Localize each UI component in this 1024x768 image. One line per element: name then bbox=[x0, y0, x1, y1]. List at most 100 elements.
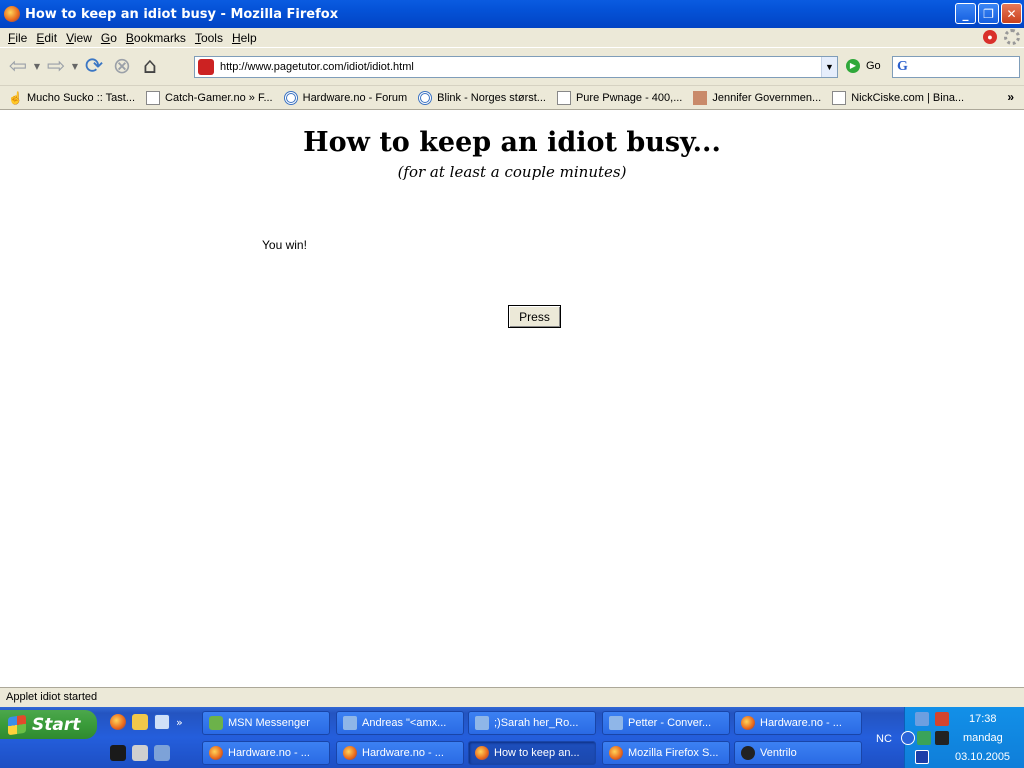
go-button[interactable]: ▶ Go bbox=[846, 59, 881, 73]
status-bar: Applet idiot started bbox=[0, 687, 1024, 707]
taskbar-button[interactable]: ;)Sarah her_Ro... bbox=[468, 711, 596, 735]
url-dropdown-icon[interactable]: ▼ bbox=[821, 57, 837, 77]
menu-item-tools[interactable]: Tools bbox=[195, 31, 223, 45]
hand-icon: ☝ bbox=[8, 90, 23, 105]
search-input[interactable]: G bbox=[892, 56, 1020, 78]
taskbar-button[interactable]: Ventrilo bbox=[734, 741, 862, 765]
taskbar-button-label: Mozilla Firefox S... bbox=[628, 747, 719, 759]
page-heading: How to keep an idiot busy... bbox=[303, 127, 721, 158]
taskbar-button[interactable]: Hardware.no - ... bbox=[202, 741, 330, 765]
target-icon bbox=[283, 90, 298, 105]
quicklaunch-overflow-icon[interactable]: » bbox=[176, 716, 183, 729]
bookmark-item[interactable]: Catch-Gamer.no » F... bbox=[146, 90, 273, 105]
media-tray-icon[interactable] bbox=[915, 750, 929, 764]
page-icon bbox=[146, 90, 161, 105]
back-dropdown-icon[interactable]: ▼ bbox=[32, 62, 42, 71]
taskbar-button[interactable]: Petter - Conver... bbox=[602, 711, 730, 735]
firefox-icon bbox=[343, 746, 357, 760]
stop-button[interactable]: ⊗ bbox=[108, 53, 136, 81]
start-button[interactable]: Start bbox=[0, 710, 97, 739]
taskbar-button[interactable]: Hardware.no - ... bbox=[336, 741, 464, 765]
bookmark-item[interactable]: Hardware.no - Forum bbox=[283, 90, 407, 105]
url-text[interactable]: http://www.pagetutor.com/idiot/idiot.htm… bbox=[220, 61, 821, 73]
clock-time[interactable]: 17:38 bbox=[969, 713, 997, 725]
forward-dropdown-icon[interactable]: ▼ bbox=[70, 62, 80, 71]
language-indicator[interactable]: NC bbox=[876, 733, 892, 745]
bookmark-label: NickCiske.com | Bina... bbox=[851, 91, 965, 104]
taskbar-button-label: Andreas "<amx... bbox=[362, 717, 447, 729]
bookmarks-overflow-chevron-icon[interactable]: » bbox=[1007, 90, 1014, 104]
go-arrow-icon: ▶ bbox=[846, 59, 860, 73]
home-button[interactable]: ⌂ bbox=[136, 53, 164, 81]
app-tray-icon[interactable] bbox=[935, 712, 949, 726]
firefox-icon bbox=[475, 746, 489, 760]
taskbar: Start » NC 17:38 mandag 03.10.2005 MSN M… bbox=[0, 707, 1024, 768]
site-favicon-icon bbox=[198, 59, 214, 75]
taskbar-button[interactable]: Mozilla Firefox S... bbox=[602, 741, 730, 765]
menu-item-help[interactable]: Help bbox=[232, 31, 257, 45]
quick-launch-top: » bbox=[110, 714, 183, 730]
bookmark-item[interactable]: ☝ Mucho Sucko :: Tast... bbox=[8, 91, 135, 105]
menu-item-bookmarks[interactable]: Bookmarks bbox=[126, 31, 186, 45]
bookmarks-toolbar: ☝ Mucho Sucko :: Tast... Catch-Gamer.no » … bbox=[0, 85, 1024, 110]
steam-tray-icon[interactable] bbox=[935, 731, 949, 745]
firefox-quicklaunch-icon[interactable] bbox=[110, 714, 126, 730]
window-title: How to keep an idiot busy - Mozilla Fire… bbox=[25, 6, 339, 22]
clock-date: 03.10.2005 bbox=[955, 751, 1011, 763]
firefox-icon[interactable] bbox=[4, 6, 20, 22]
taskbar-button-label: ;)Sarah her_Ro... bbox=[494, 717, 579, 729]
back-button[interactable]: ⇦ bbox=[4, 53, 32, 81]
ventrilo-icon bbox=[741, 746, 755, 760]
scissors-quicklaunch-icon[interactable] bbox=[154, 745, 170, 761]
start-label: Start bbox=[32, 714, 81, 735]
tray-collapse-icon[interactable] bbox=[901, 731, 915, 745]
bookmark-item[interactable]: Blink - Norges størst... bbox=[418, 90, 546, 105]
folder-quicklaunch-icon[interactable] bbox=[132, 714, 148, 730]
taskbar-button[interactable]: Hardware.no - ... bbox=[734, 711, 862, 735]
star-app-quicklaunch-icon[interactable] bbox=[110, 745, 126, 761]
minimize-button[interactable]: _ bbox=[955, 3, 976, 24]
press-button[interactable]: Press bbox=[508, 305, 561, 328]
navigation-toolbar: ⇦ ▼ ⇨ ▼ ⟳ ⊗ ⌂ http://www.pagetutor.com/i… bbox=[0, 47, 1024, 85]
menu-item-edit[interactable]: Edit bbox=[36, 31, 57, 45]
bookmark-label: Jennifer Governmen... bbox=[712, 91, 822, 104]
trash-quicklaunch-icon[interactable] bbox=[132, 745, 148, 761]
quick-launch-bottom bbox=[110, 745, 170, 761]
url-bar[interactable]: http://www.pagetutor.com/idiot/idiot.htm… bbox=[194, 56, 838, 78]
menu-bar: File Edit View Go Bookmarks Tools Help ● bbox=[0, 28, 1024, 47]
ie-quicklaunch-icon[interactable] bbox=[154, 714, 170, 730]
restore-button[interactable]: ❐ bbox=[978, 3, 999, 24]
face-icon bbox=[693, 90, 708, 105]
windows-logo-icon bbox=[8, 714, 26, 735]
page-content: How to keep an idiot busy... (for at lea… bbox=[0, 111, 1024, 687]
taskbar-button-label: MSN Messenger bbox=[228, 717, 310, 729]
bookmark-item[interactable]: Jennifer Governmen... bbox=[693, 90, 822, 105]
taskbar-button[interactable]: Andreas "<amx... bbox=[336, 711, 464, 735]
forward-button[interactable]: ⇨ bbox=[42, 53, 70, 81]
applet-message: You win! bbox=[262, 238, 307, 252]
bookmark-label: Pure Pwnage - 400,... bbox=[575, 91, 683, 104]
google-search-icon[interactable]: G bbox=[897, 59, 908, 75]
page-subheading: (for at least a couple minutes) bbox=[397, 163, 627, 181]
taskbar-button-label: Petter - Conver... bbox=[628, 717, 712, 729]
chat-icon bbox=[343, 716, 357, 730]
target-icon bbox=[418, 90, 433, 105]
network-tray-icon[interactable] bbox=[915, 712, 929, 726]
taskbar-button[interactable]: MSN Messenger bbox=[202, 711, 330, 735]
reload-button[interactable]: ⟳ bbox=[80, 53, 108, 81]
taskbar-button[interactable]: How to keep an... bbox=[468, 741, 596, 765]
bookmark-label: Mucho Sucko :: Tast... bbox=[27, 91, 136, 104]
menu-item-view[interactable]: View bbox=[66, 31, 92, 45]
excel-tray-icon[interactable] bbox=[917, 731, 931, 745]
chat-icon bbox=[609, 716, 623, 730]
bookmark-label: Blink - Norges størst... bbox=[437, 91, 546, 104]
bookmark-item[interactable]: Pure Pwnage - 400,... bbox=[556, 90, 683, 105]
bookmark-item[interactable]: NickCiske.com | Bina... bbox=[832, 90, 965, 105]
firefox-icon bbox=[609, 746, 623, 760]
menu-item-file[interactable]: File bbox=[8, 31, 27, 45]
clock-day: mandag bbox=[963, 732, 1003, 744]
menu-item-go[interactable]: Go bbox=[101, 31, 117, 45]
page-icon bbox=[832, 90, 847, 105]
close-button[interactable]: ✕ bbox=[1001, 3, 1022, 24]
taskbar-button-label: Hardware.no - ... bbox=[760, 717, 842, 729]
